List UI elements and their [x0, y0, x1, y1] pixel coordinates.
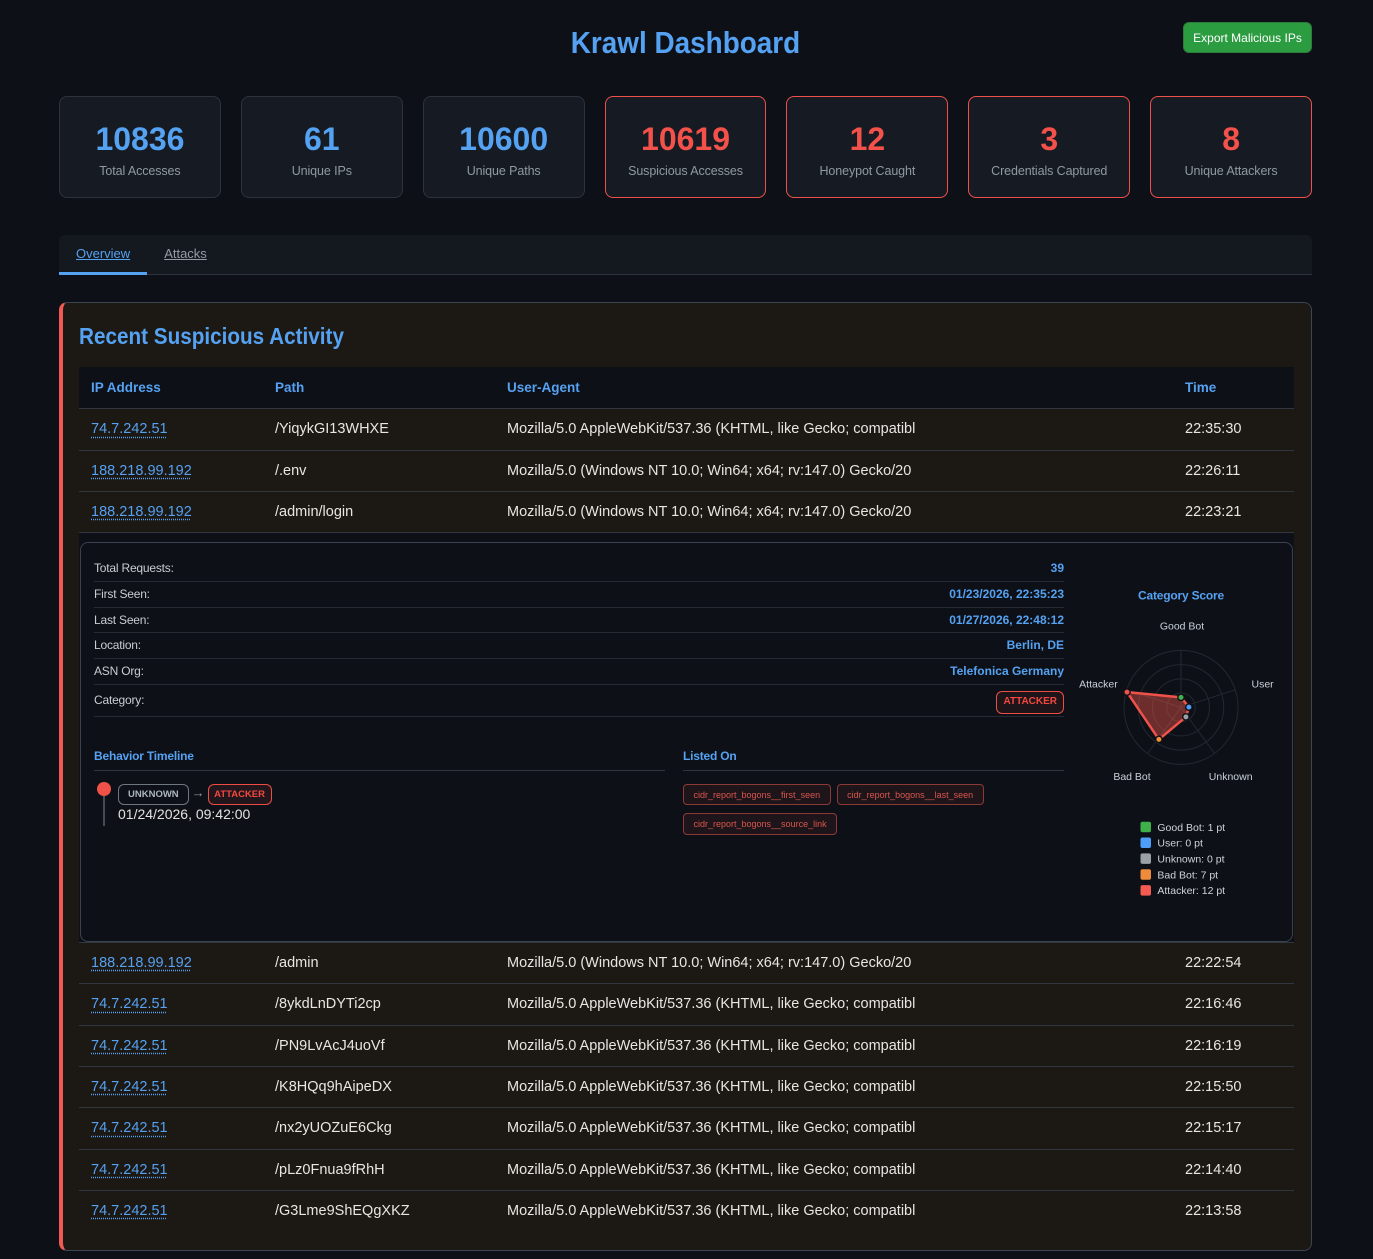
svg-text:Attacker: 12 pt: Attacker: 12 pt: [1157, 885, 1225, 897]
svg-text:Category Score: Category Score: [1138, 589, 1224, 603]
svg-text:Attacker: Attacker: [1079, 679, 1118, 691]
svg-text:Unknown: 0 pt: Unknown: 0 pt: [1157, 854, 1224, 866]
svg-text:Bad Bot: 7 pt: Bad Bot: 7 pt: [1157, 869, 1218, 881]
svg-text:Good Bot: Good Bot: [1159, 621, 1203, 633]
svg-text:Unknown: Unknown: [1208, 771, 1252, 783]
svg-text:Good Bot: 1 pt: Good Bot: 1 pt: [1157, 822, 1225, 834]
svg-text:User: User: [1251, 679, 1274, 691]
svg-text:User: 0 pt: User: 0 pt: [1157, 838, 1203, 850]
svg-text:Bad Bot: Bad Bot: [1113, 771, 1150, 783]
